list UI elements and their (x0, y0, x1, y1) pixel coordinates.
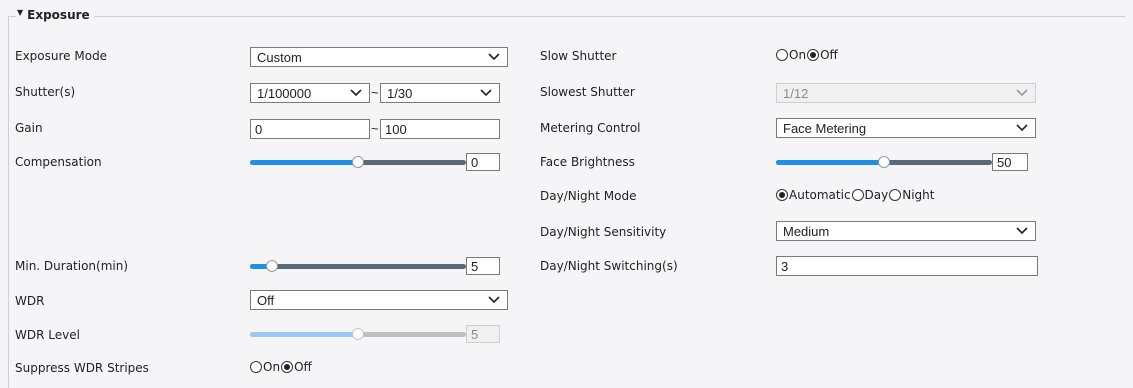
day-night-sensitivity-select[interactable]: Medium (776, 221, 1036, 241)
fieldset-border-left (8, 16, 16, 17)
shutter-min-select[interactable]: 1/100000 (250, 83, 370, 103)
face-brightness-input[interactable]: 50 (992, 153, 1028, 171)
collapse-triangle-icon[interactable]: ▼ (17, 8, 23, 17)
slider-fill (250, 332, 358, 337)
chevron-down-icon (1015, 224, 1029, 238)
chevron-down-icon (487, 50, 501, 64)
suppress-wdr-off-radio[interactable] (281, 361, 294, 373)
day-night-mode-label: Day/Night Mode (540, 189, 637, 203)
shutter-max-select[interactable]: 1/30 (380, 83, 500, 103)
exposure-mode-value: Custom (257, 49, 302, 65)
slider-fill (776, 160, 884, 165)
slowest-shutter-select: 1/12 (776, 83, 1036, 103)
slider-thumb (352, 328, 364, 340)
wdr-level-input: 5 (466, 325, 500, 343)
slow-shutter-on-label[interactable]: On (789, 48, 806, 62)
day-night-switching-label: Day/Night Switching(s) (540, 259, 678, 273)
fieldset-border-top (94, 16, 1125, 17)
min-duration-input[interactable]: 5 (466, 257, 500, 275)
wdr-label: WDR (15, 294, 45, 308)
exposure-mode-label: Exposure Mode (15, 49, 108, 63)
shutter-label: Shutter(s) (15, 85, 76, 99)
slow-shutter-off-radio[interactable] (807, 49, 820, 61)
shutter-max-value: 1/30 (387, 85, 413, 101)
suppress-wdr-on-radio[interactable] (250, 361, 262, 373)
shutter-range-separator: ~ (371, 85, 379, 100)
compensation-label: Compensation (15, 155, 102, 169)
day-night-day-radio[interactable] (851, 189, 864, 201)
face-brightness-label: Face Brightness (540, 155, 635, 169)
compensation-slider[interactable] (250, 153, 466, 173)
slowest-shutter-value: 1/12 (783, 85, 809, 101)
slider-thumb[interactable] (352, 156, 364, 168)
gain-min-input[interactable]: 0 (250, 119, 370, 139)
slider-track (250, 264, 466, 269)
gain-max-input[interactable]: 100 (380, 119, 500, 139)
wdr-level-label: WDR Level (15, 328, 80, 342)
fieldset-border-side (8, 16, 9, 388)
shutter-min-value: 1/100000 (257, 85, 312, 101)
exposure-mode-select[interactable]: Custom (250, 47, 508, 67)
suppress-wdr-radio-group: On Off (250, 360, 313, 374)
day-night-night-radio[interactable] (889, 189, 902, 201)
slowest-shutter-label: Slowest Shutter (540, 85, 635, 99)
gain-label: Gain (15, 121, 43, 135)
slider-fill (250, 160, 358, 165)
chevron-down-icon (479, 86, 493, 100)
min-duration-slider[interactable] (250, 257, 466, 277)
suppress-wdr-on-label[interactable]: On (263, 360, 280, 374)
day-night-night-label[interactable]: Night (902, 188, 934, 202)
section-title: Exposure (27, 8, 90, 22)
exposure-section-legend[interactable]: ▼ Exposure (17, 8, 90, 23)
metering-control-value: Face Metering (783, 120, 867, 136)
metering-control-label: Metering Control (540, 121, 641, 135)
chevron-down-icon (1015, 86, 1029, 100)
day-night-day-label[interactable]: Day (865, 188, 889, 202)
wdr-level-slider (250, 325, 466, 345)
slow-shutter-label: Slow Shutter (540, 49, 617, 63)
day-night-automatic-label[interactable]: Automatic (789, 188, 851, 202)
suppress-wdr-label: Suppress WDR Stripes (15, 361, 149, 375)
min-duration-label: Min. Duration(min) (15, 259, 129, 273)
wdr-value: Off (257, 292, 275, 308)
slider-thumb[interactable] (878, 156, 890, 168)
slow-shutter-off-label[interactable]: Off (820, 48, 838, 62)
compensation-input[interactable]: 0 (466, 153, 500, 171)
day-night-switching-input[interactable]: 3 (776, 256, 1038, 276)
chevron-down-icon (1015, 121, 1029, 135)
wdr-select[interactable]: Off (250, 290, 508, 310)
metering-control-select[interactable]: Face Metering (776, 118, 1036, 138)
day-night-sensitivity-value: Medium (783, 223, 830, 239)
face-brightness-slider[interactable] (776, 153, 992, 173)
chevron-down-icon (349, 86, 363, 100)
day-night-automatic-radio[interactable] (776, 189, 788, 201)
gain-range-separator: ~ (371, 121, 379, 136)
chevron-down-icon (487, 293, 501, 307)
slow-shutter-on-radio[interactable] (776, 49, 788, 61)
suppress-wdr-off-label[interactable]: Off (294, 360, 312, 374)
day-night-sensitivity-label: Day/Night Sensitivity (540, 225, 667, 239)
day-night-mode-radio-group: Automatic Day Night (776, 188, 936, 202)
slider-thumb[interactable] (265, 260, 278, 272)
slow-shutter-radio-group: On Off (776, 48, 839, 62)
